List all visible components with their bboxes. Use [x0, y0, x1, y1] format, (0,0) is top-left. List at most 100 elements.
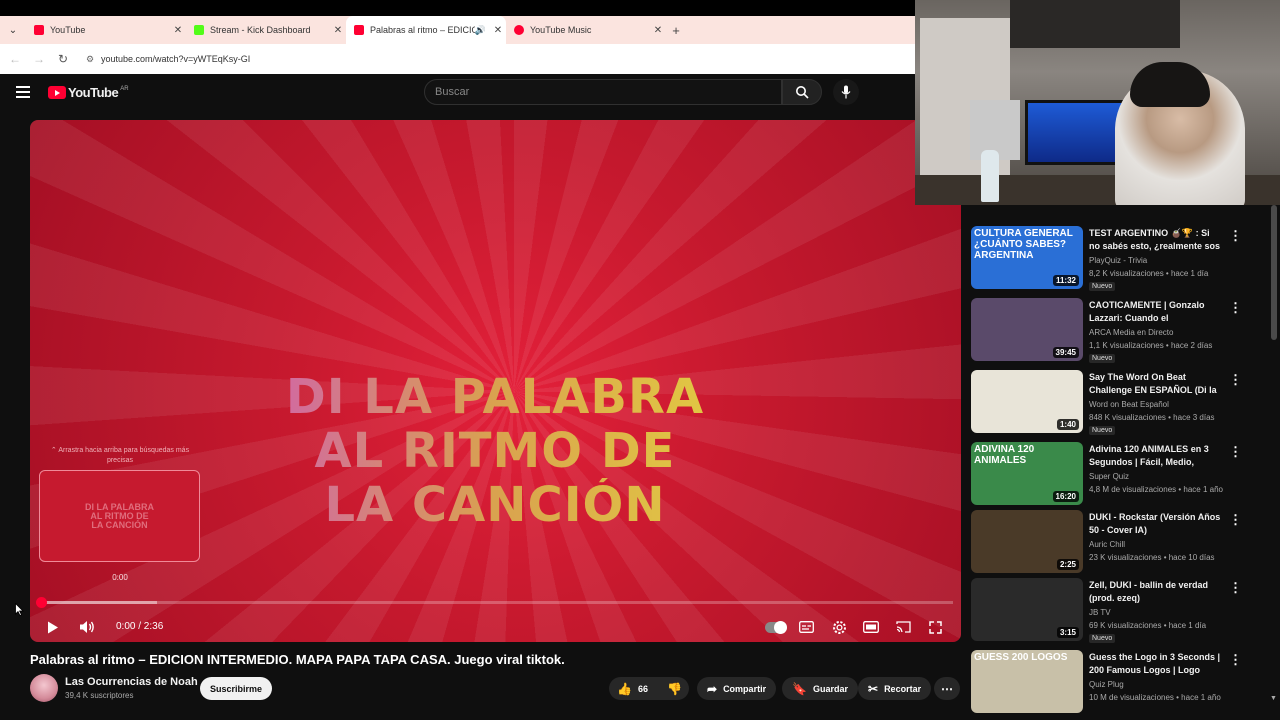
more-options-icon[interactable]: ⋮	[1229, 300, 1242, 316]
recommendation-title[interactable]: CAOTICAMENTE | Gonzalo Lazzari: Cuando e…	[1089, 299, 1223, 325]
scroll-down-icon[interactable]: ▼	[1270, 695, 1277, 702]
recommendation-item[interactable]: 2:25 DUKI - Rockstar (Versión Años 50 - C…	[971, 510, 1261, 574]
more-options-icon[interactable]: ⋮	[1229, 228, 1242, 244]
recommendation-title[interactable]: Say The Word On Beat Challenge EN ESPAÑO…	[1089, 371, 1223, 397]
tab-search-icon[interactable]: ⌄	[0, 25, 26, 36]
menu-icon[interactable]	[16, 86, 30, 101]
progress-bar[interactable]	[36, 597, 953, 608]
recommendation-item[interactable]: CULTURA GENERAL ¿CUÁNTO SABES? ARGENTINA…	[971, 226, 1261, 291]
recommendation-title[interactable]: Adivina 120 ANIMALES en 3 Segundos | Fác…	[1089, 443, 1223, 469]
recommendation-title[interactable]: Guess the Logo in 3 Seconds | 200 Famous…	[1089, 651, 1223, 677]
duration-badge: 1:40	[1056, 419, 1079, 430]
video-thumbnail[interactable]: 1:40	[971, 370, 1083, 433]
recommendation-item[interactable]: GUESS 200 LOGOS Guess the Logo in 3 Secon…	[971, 650, 1261, 714]
like-button[interactable]: 👍 66	[609, 677, 659, 700]
scrollbar[interactable]	[1270, 205, 1278, 705]
youtube-logo[interactable]: YouTube AR	[48, 85, 129, 100]
speaker-icon[interactable]: 🔊	[475, 25, 486, 36]
theater-mode-button[interactable]	[861, 612, 881, 642]
tab-close-icon[interactable]: ✕	[170, 25, 186, 36]
recommendation-item[interactable]: 1:40 Say The Word On Beat Challenge EN ES…	[971, 370, 1261, 435]
play-button[interactable]	[42, 612, 64, 642]
tab-youtube-music[interactable]: YouTube Music ✕	[506, 16, 666, 44]
video-thumbnail[interactable]: 2:25	[971, 510, 1083, 573]
subtitles-button[interactable]	[796, 612, 816, 642]
more-options-icon[interactable]: ⋮	[1229, 652, 1242, 668]
recommendation-channel[interactable]: Super Quiz	[1089, 472, 1129, 481]
thumbnail-text: ADIVINA 120 ANIMALES	[974, 444, 1035, 466]
tab-bar: ⌄ YouTube ✕ Stream - Kick Dashboard ✕ Pa…	[0, 16, 915, 44]
url-field[interactable]: ⚙ youtube.com/watch?v=yWTEqKsy-GI	[83, 48, 909, 70]
video-thumbnail[interactable]: GUESS 200 LOGOS	[971, 650, 1083, 713]
scrubber-handle[interactable]	[36, 597, 47, 608]
video-thumbnail[interactable]: 3:15	[971, 578, 1083, 641]
more-actions-button[interactable]: ⋯	[934, 677, 960, 700]
recommendation-item[interactable]: ADIVINA 120 ANIMALES 16:20 Adivina 120 ANI…	[971, 442, 1261, 506]
fullscreen-button[interactable]	[925, 612, 945, 642]
recommendation-channel[interactable]: Auric Chill	[1089, 540, 1125, 549]
recommendation-channel[interactable]: PlayQuiz - Trivia	[1089, 256, 1147, 265]
time-display: 0:00 / 2:36	[116, 621, 164, 632]
autoplay-toggle[interactable]	[764, 612, 788, 642]
theater-icon	[863, 621, 879, 633]
duration-badge: 2:25	[1056, 559, 1079, 570]
recommendation-channel[interactable]: ARCA Media en Directo	[1089, 328, 1173, 337]
forward-icon[interactable]: →	[27, 52, 51, 66]
recommendation-channel[interactable]: Word on Beat Español	[1089, 400, 1169, 409]
video-thumbnail[interactable]: 39:45	[971, 298, 1083, 361]
tab-kick-dashboard[interactable]: Stream - Kick Dashboard ✕	[186, 16, 346, 44]
recommendation-item[interactable]: 3:15 Zell, DUKI - ballin de verdad (prod.…	[971, 578, 1261, 643]
gear-icon	[832, 620, 846, 634]
recommendation-title[interactable]: DUKI - Rockstar (Versión Años 50 - Cover…	[1089, 511, 1223, 537]
recommendation-channel[interactable]: Quiz Plug	[1089, 680, 1124, 689]
cast-button[interactable]	[893, 612, 913, 642]
title-strip	[0, 0, 915, 16]
seek-preview-thumbnail: DI LA PALABRA AL RITMO DE LA CANCIÓN	[39, 470, 200, 562]
recommendation-item[interactable]: 39:45 CAOTICAMENTE | Gonzalo Lazzari: Cua…	[971, 298, 1261, 363]
channel-name[interactable]: Las Ocurrencias de Noah	[65, 676, 198, 688]
clip-label: Recortar	[884, 683, 922, 694]
search-input[interactable]: Buscar	[424, 79, 782, 105]
tab-youtube[interactable]: YouTube ✕	[26, 16, 186, 44]
mute-button[interactable]	[76, 612, 98, 642]
more-options-icon[interactable]: ⋮	[1229, 580, 1242, 596]
more-options-icon[interactable]: ⋮	[1229, 444, 1242, 460]
voice-search-button[interactable]	[833, 79, 859, 105]
preview-time: 0:00	[112, 573, 128, 582]
share-button[interactable]: ➦ Compartir	[697, 677, 777, 700]
dislike-button[interactable]: 👎	[659, 677, 689, 700]
video-title: Palabras al ritmo – EDICION INTERMEDIO. …	[30, 652, 565, 667]
tab-close-icon[interactable]: ✕	[490, 25, 506, 36]
video-overlay-title: DI LA PALABRA AL RITMO DE LA CANCIÓN	[220, 370, 770, 532]
video-thumbnail[interactable]: ADIVINA 120 ANIMALES 16:20	[971, 442, 1083, 505]
tab-palabras-al-ritmo[interactable]: Palabras al ritmo – EDICION 🔊 ✕	[346, 16, 506, 44]
save-button[interactable]: 🔖 Guardar	[782, 677, 858, 700]
webcam-overlay	[915, 0, 1280, 205]
video-thumbnail[interactable]: CULTURA GENERAL ¿CUÁNTO SABES? ARGENTINA…	[971, 226, 1083, 289]
more-options-icon[interactable]: ⋮	[1229, 372, 1242, 388]
subscribe-button[interactable]: Suscribirme	[200, 677, 272, 700]
settings-button[interactable]	[829, 612, 849, 642]
tab-close-icon[interactable]: ✕	[330, 25, 346, 36]
youtube-header: YouTube AR Buscar	[0, 74, 915, 112]
recommendation-title[interactable]: Zell, DUKI - ballin de verdad (prod. eze…	[1089, 579, 1223, 605]
recommendation-title[interactable]: TEST ARGENTINO 🧉🏆 : Si no sabés esto, ¿r…	[1089, 227, 1223, 253]
duration-badge: 16:20	[1052, 491, 1079, 502]
back-icon[interactable]: ←	[3, 52, 27, 66]
channel-avatar[interactable]	[30, 674, 58, 702]
search-button[interactable]	[782, 79, 822, 105]
recommendation-channel[interactable]: JB TV	[1089, 608, 1111, 617]
clip-button[interactable]: ✂ Recortar	[858, 677, 932, 700]
bookmark-icon: 🔖	[792, 681, 807, 696]
tab-close-icon[interactable]: ✕	[650, 25, 666, 36]
video-player[interactable]: DI LA PALABRA AL RITMO DE LA CANCIÓN ⌃ A…	[30, 120, 961, 642]
reload-icon[interactable]: ↻	[51, 52, 75, 66]
youtube-favicon-icon	[354, 25, 364, 35]
player-controls: 0:00 / 2:36	[30, 612, 961, 642]
save-label: Guardar	[812, 683, 848, 694]
more-options-icon[interactable]: ⋮	[1229, 512, 1242, 528]
site-info-icon[interactable]: ⚙	[83, 54, 97, 65]
scrollbar-thumb[interactable]	[1271, 205, 1277, 340]
new-tab-icon[interactable]: +	[666, 23, 686, 38]
recommendation-meta: 10 M de visualizaciones • hace 1 año	[1089, 693, 1221, 702]
